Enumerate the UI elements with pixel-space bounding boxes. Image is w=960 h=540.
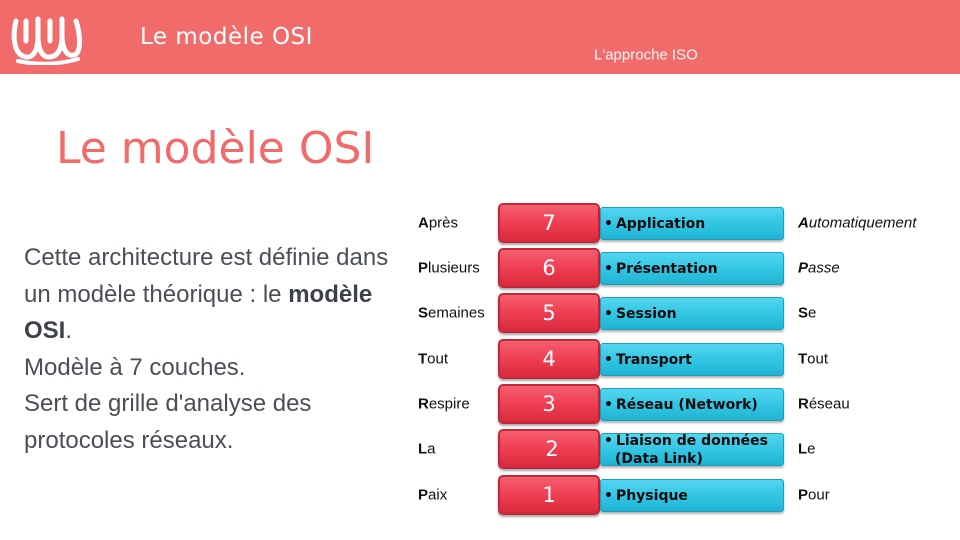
- header-bar: Le modèle OSI L'approche ISO: [0, 0, 960, 74]
- mnemonic-right-word: Pour: [798, 486, 830, 504]
- mnemonic-left-word: Semaines: [418, 304, 485, 322]
- layer-name-box: • Transport: [600, 343, 784, 376]
- mnemonic-left-word: Plusieurs: [418, 259, 480, 277]
- squiggle-logo-icon: [11, 16, 82, 65]
- mnemonic-right-word: Le: [798, 440, 816, 458]
- osi-row-3: Respire 3 • Réseau (Network) Réseau: [0, 384, 960, 424]
- layer-number-box: 1: [498, 475, 600, 515]
- mnemonic-left-word: Paix: [418, 486, 448, 504]
- osi-row-2: La 2 • Liaison de données (Data Link) Le: [0, 429, 960, 469]
- mnemonic-right-word: Automatiquement: [798, 214, 917, 232]
- page-title: Le modèle OSI: [56, 123, 375, 174]
- mnemonic-left-word: Respire: [418, 395, 470, 413]
- layer-number-box: 5: [498, 293, 600, 333]
- layer-number-box: 6: [498, 248, 600, 288]
- layer-number-box: 4: [498, 339, 600, 379]
- osi-row-7: Après 7 • Application Automatiquement: [0, 203, 960, 243]
- osi-row-5: Semaines 5 • Session Se: [0, 293, 960, 333]
- layer-name-box: • Application: [600, 207, 784, 240]
- layer-name-box: • Session: [600, 297, 784, 330]
- mnemonic-right-word: Se: [798, 304, 817, 322]
- layer-number-box: 7: [498, 203, 600, 243]
- layer-name-box: • Réseau (Network): [600, 388, 784, 421]
- mnemonic-left-word: La: [418, 440, 436, 458]
- layer-number-box: 3: [498, 384, 600, 424]
- header-subtitle: L'approche ISO: [594, 46, 698, 64]
- mnemonic-left-word: Après: [418, 214, 459, 232]
- layer-name-box: • Physique: [600, 479, 784, 512]
- osi-row-4: Tout 4 • Transport Tout: [0, 339, 960, 379]
- mnemonic-right-word: Réseau: [798, 395, 850, 413]
- header-title: Le modèle OSI: [140, 24, 313, 50]
- osi-row-1: Paix 1 • Physique Pour: [0, 475, 960, 515]
- mnemonic-right-word: Passe: [798, 259, 840, 277]
- layer-number-box: 2: [498, 429, 600, 469]
- layer-name-box: • Liaison de données (Data Link): [600, 433, 784, 467]
- layer-name-box: • Présentation: [600, 252, 784, 285]
- mnemonic-left-word: Tout: [418, 350, 449, 368]
- osi-row-6: Plusieurs 6 • Présentation Passe: [0, 248, 960, 288]
- mnemonic-right-word: Tout: [798, 350, 829, 368]
